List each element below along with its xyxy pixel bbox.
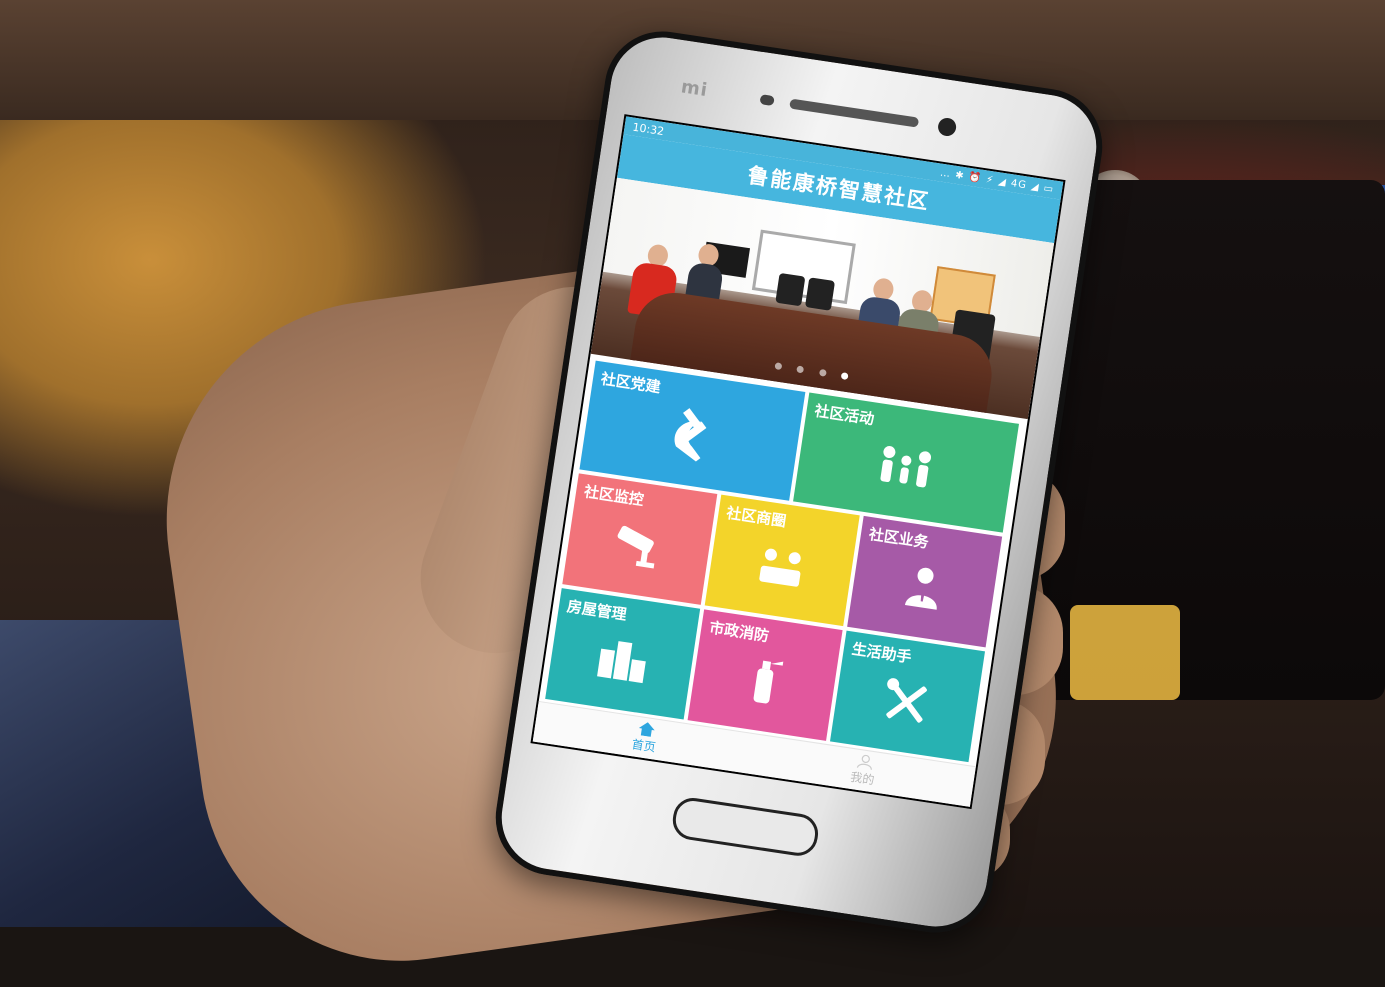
phone-screen: 10:32 … ✱ ⏰ ⚡ ◢ 4G ◢ ▭ 鲁能康桥智慧社区 社区党建 社区活…	[530, 114, 1066, 810]
home-button[interactable]	[670, 795, 821, 859]
business-person-icon	[905, 567, 937, 610]
shopping-people-icon	[759, 548, 801, 587]
background-yellow-object	[1070, 605, 1180, 700]
tools-icon	[886, 677, 927, 723]
banner-photo-chair	[775, 272, 806, 307]
tab-profile-label: 我的	[849, 769, 876, 788]
home-icon	[638, 722, 655, 737]
carousel-dot-active[interactable]	[840, 372, 849, 381]
user-icon	[856, 754, 872, 770]
tile-housing-management[interactable]: 房屋管理	[545, 588, 701, 720]
hammer-sickle-icon	[674, 407, 707, 462]
buildings-icon	[597, 640, 646, 683]
tile-community-affairs[interactable]: 社区业务	[847, 515, 1003, 648]
banner-photo-chair	[804, 277, 836, 311]
carousel-dot[interactable]	[796, 365, 805, 374]
cctv-camera-icon	[617, 525, 655, 569]
phone-earpiece	[789, 98, 920, 128]
fire-extinguisher-icon	[753, 660, 784, 704]
tile-municipal-fire[interactable]: 市政消防	[687, 609, 843, 741]
carousel-dot[interactable]	[818, 368, 827, 377]
status-time: 10:32	[631, 120, 666, 138]
carousel-dot[interactable]	[774, 362, 783, 371]
feature-grid: 社区党建 社区活动 社区监控 社区商圈 社区业务 房屋管理 市政消防 生活助手	[538, 354, 1028, 770]
front-camera	[936, 116, 958, 138]
tab-home-label: 首页	[630, 737, 657, 755]
tile-community-business[interactable]: 社区商圈	[704, 494, 860, 627]
tile-community-monitoring[interactable]: 社区监控	[562, 473, 718, 605]
phone-brand-logo: mi	[679, 76, 710, 102]
tile-life-assistant[interactable]: 生活助手	[829, 630, 986, 763]
people-group-icon	[880, 445, 932, 487]
